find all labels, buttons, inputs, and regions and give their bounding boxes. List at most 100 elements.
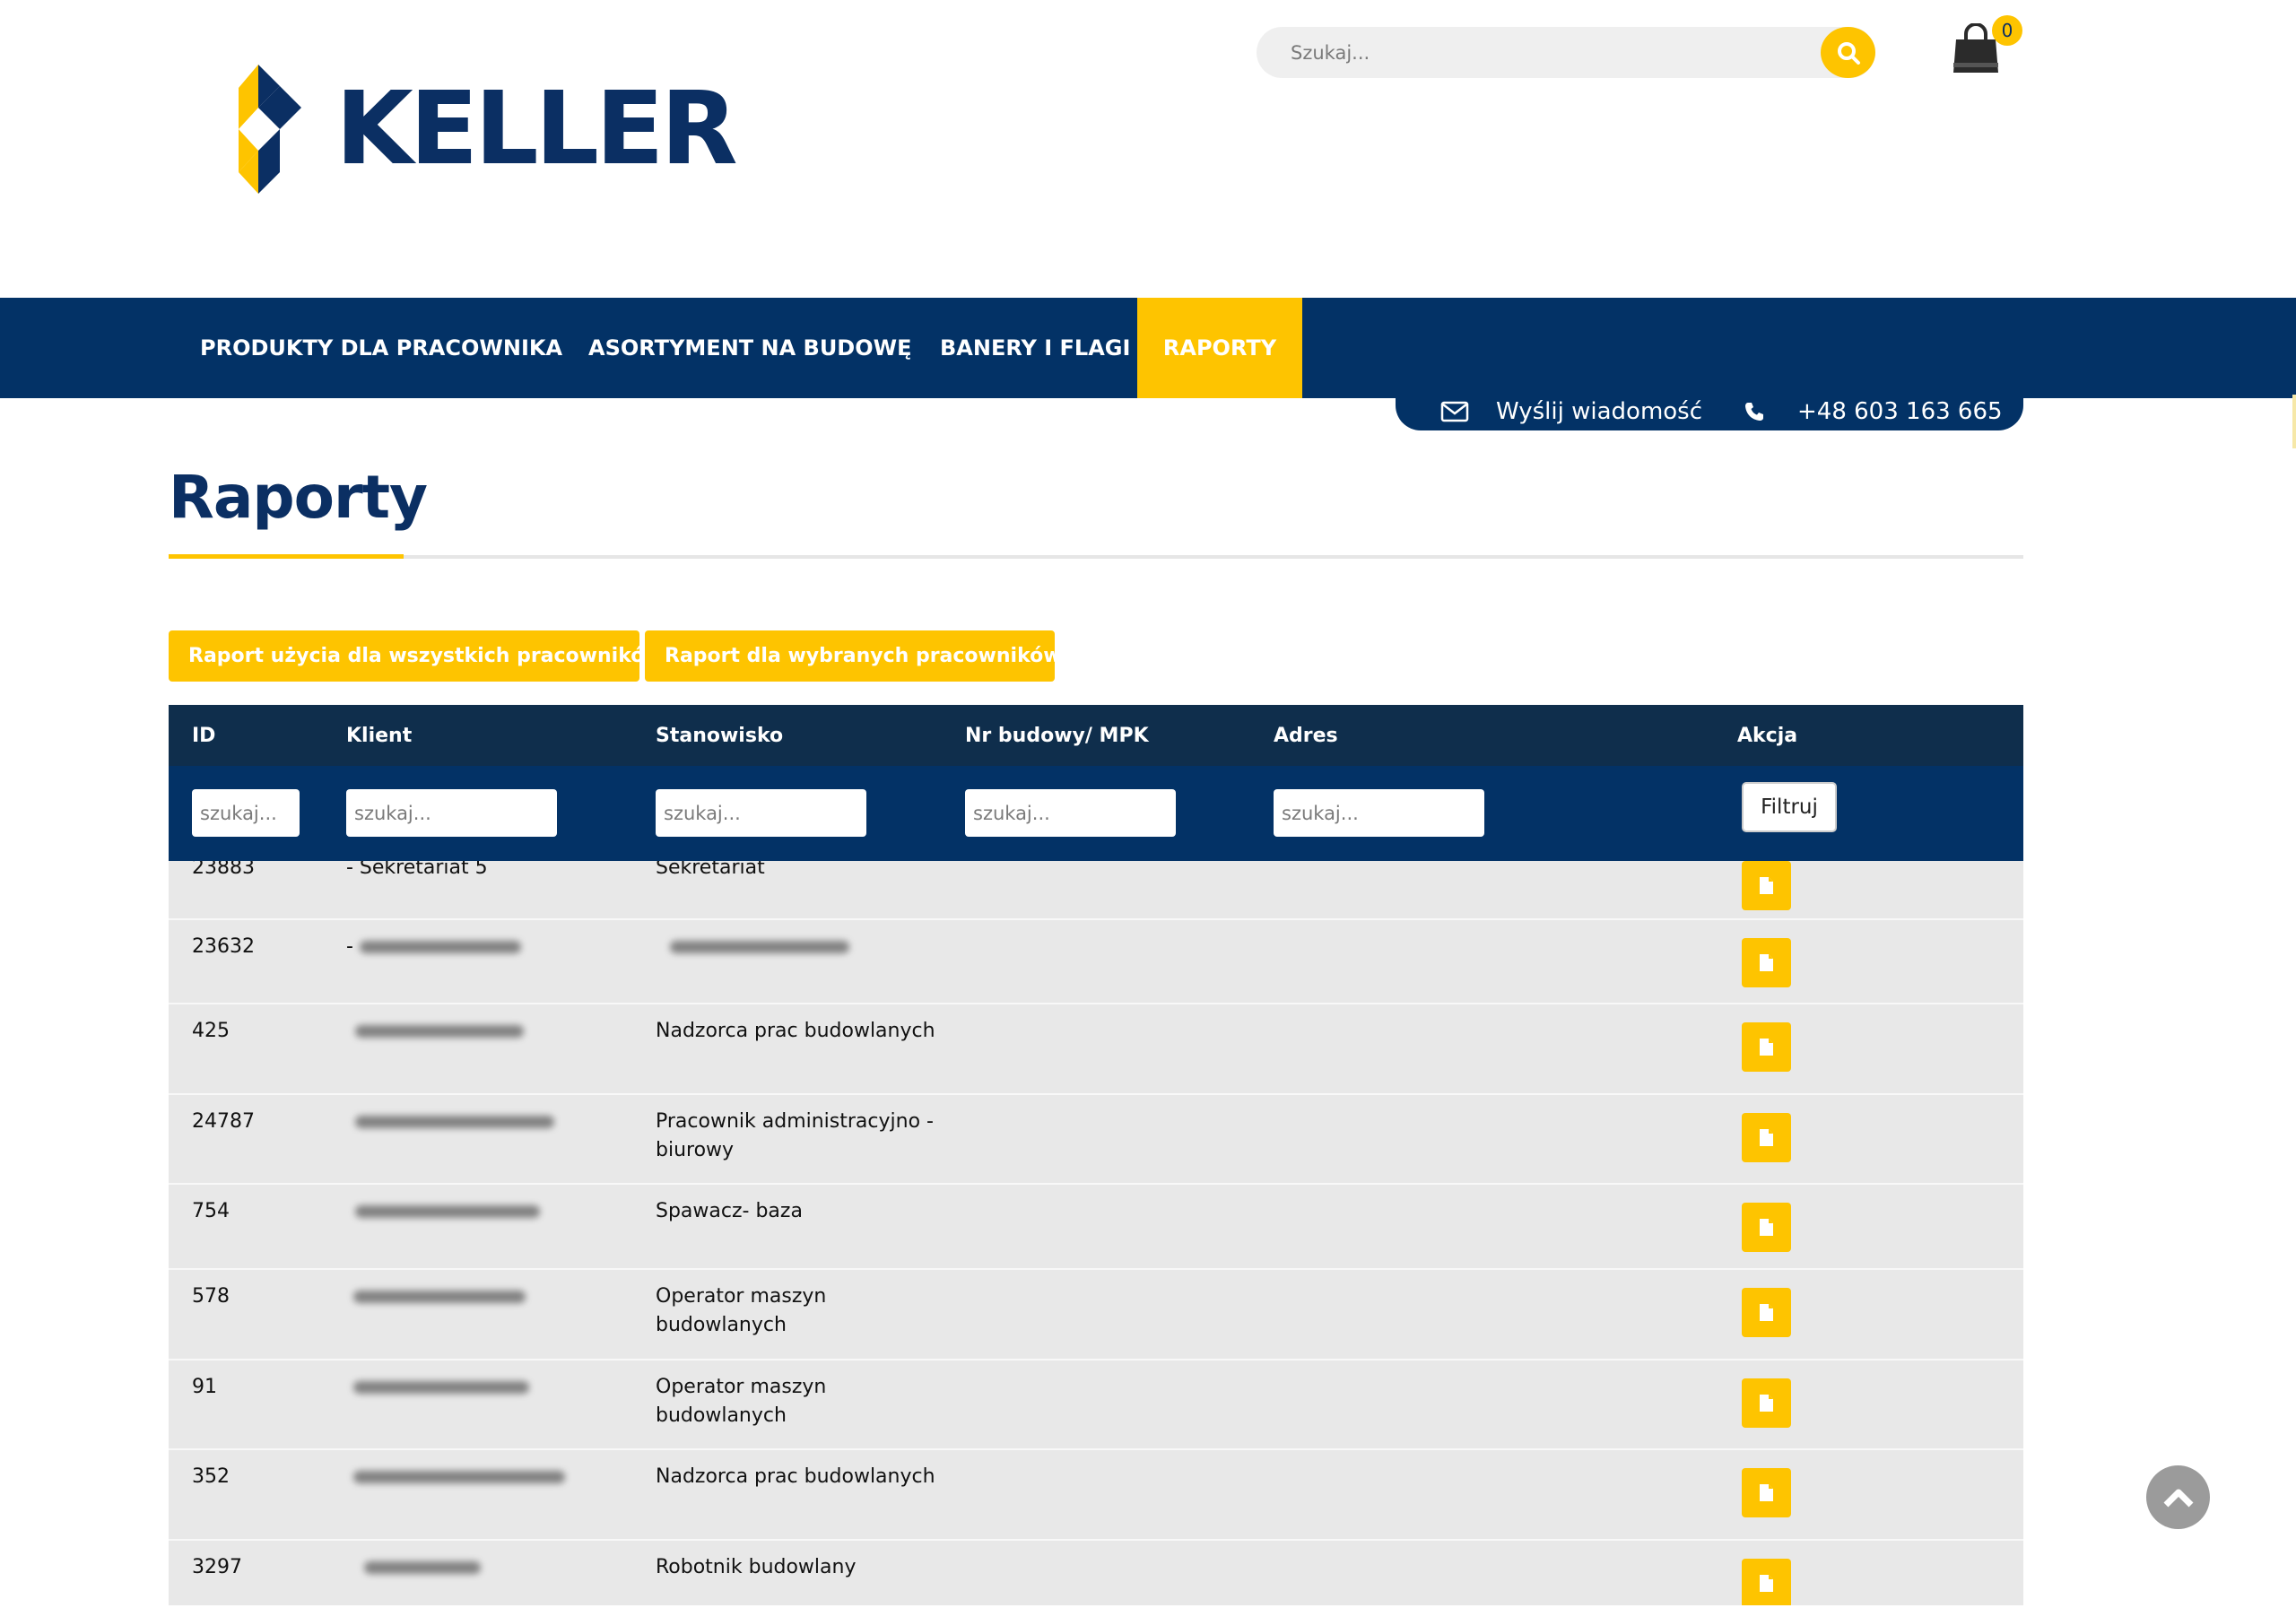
table-row: 352 Nadzorca prac budowlanych bbox=[169, 1450, 2023, 1541]
cell-stanowisko bbox=[656, 933, 943, 961]
table-row: 23883 - Sekretariat 5 Sekretariat bbox=[169, 861, 2023, 920]
cell-klient bbox=[346, 1197, 540, 1226]
report-selected-employees-label: Raport dla wybranych pracowników bbox=[665, 645, 1062, 667]
phone-number: +48 603 163 665 bbox=[1797, 398, 2003, 425]
table-row: 91 Operator maszyn budowlanych bbox=[169, 1360, 2023, 1450]
report-download-button[interactable] bbox=[1742, 1113, 1791, 1162]
keller-logo[interactable]: KELLER bbox=[231, 63, 738, 196]
cell-id: 352 bbox=[192, 1465, 230, 1488]
filter-adres-input[interactable] bbox=[1274, 789, 1484, 837]
redacted-text bbox=[359, 941, 521, 953]
cell-klient bbox=[346, 1108, 554, 1136]
cell-stanowisko: Operator maszyn budowlanych bbox=[656, 1376, 827, 1427]
table-row: 24787 Pracownik administracyjno - biurow… bbox=[169, 1095, 2023, 1185]
cell-id: 91 bbox=[192, 1376, 217, 1398]
cell-stanowisko: Operator maszyn budowlanych bbox=[656, 1285, 827, 1336]
file-icon bbox=[1760, 1575, 1773, 1592]
search-input[interactable] bbox=[1257, 27, 1813, 78]
file-icon bbox=[1760, 1219, 1773, 1236]
cell-id: 24787 bbox=[192, 1110, 255, 1133]
table-filter-row: Filtruj bbox=[169, 766, 2023, 861]
col-header-klient[interactable]: Klient bbox=[346, 705, 412, 766]
col-header-akcja: Akcja bbox=[1737, 724, 1798, 747]
cell-id: 754 bbox=[192, 1200, 230, 1222]
report-download-button[interactable] bbox=[1742, 861, 1791, 910]
scroll-to-top-button[interactable] bbox=[2146, 1465, 2210, 1529]
cell-klient: - bbox=[346, 933, 521, 961]
file-icon bbox=[1760, 877, 1773, 894]
edge-accent bbox=[2292, 395, 2296, 448]
filter-stanowisko-input[interactable] bbox=[656, 789, 866, 837]
report-download-button[interactable] bbox=[1742, 1203, 1791, 1252]
main-nav: PRODUKTY DLA PRACOWNIKA ASORTYMENT NA BU… bbox=[0, 298, 2296, 398]
redacted-text bbox=[353, 1471, 565, 1483]
redacted-text bbox=[670, 941, 849, 953]
phone-icon bbox=[1745, 403, 1763, 421]
cell-stanowisko: Sekretariat bbox=[656, 861, 765, 879]
file-icon bbox=[1760, 1129, 1773, 1146]
search-button[interactable] bbox=[1821, 27, 1875, 78]
title-underline bbox=[169, 554, 404, 559]
col-header-adres[interactable]: Adres bbox=[1274, 705, 1338, 766]
filter-id-input[interactable] bbox=[192, 789, 300, 837]
cell-klient-text: - bbox=[346, 935, 360, 958]
cell-id: 3297 bbox=[192, 1556, 242, 1578]
table-row: 578 Operator maszyn budowlanych bbox=[169, 1270, 2023, 1360]
cell-stanowisko: Nadzorca prac budowlanych bbox=[656, 1020, 935, 1042]
file-icon bbox=[1760, 954, 1773, 971]
filter-button[interactable]: Filtruj bbox=[1742, 782, 1837, 832]
col-header-stanowisko[interactable]: Stanowisko bbox=[656, 705, 783, 766]
cell-id: 23632 bbox=[192, 935, 255, 958]
page-title: Raporty bbox=[169, 463, 428, 532]
chevron-up-icon bbox=[2163, 1489, 2193, 1507]
table-row: 425 Nadzorca prac budowlanych bbox=[169, 1004, 2023, 1095]
file-icon bbox=[1760, 1484, 1773, 1501]
cell-klient bbox=[346, 1553, 481, 1582]
report-download-button[interactable] bbox=[1742, 1559, 1791, 1605]
report-download-button[interactable] bbox=[1742, 1468, 1791, 1517]
nav-item-produkty[interactable]: PRODUKTY DLA PRACOWNIKA bbox=[200, 298, 562, 398]
filter-nr-budowy-input[interactable] bbox=[965, 789, 1176, 837]
cell-klient: - Sekretariat 5 bbox=[346, 861, 488, 879]
col-header-id[interactable]: ID bbox=[192, 705, 215, 766]
nav-item-raporty[interactable]: RAPORTY bbox=[1137, 298, 1302, 398]
report-all-employees-label: Raport użycia dla wszystkich pracowników bbox=[188, 645, 663, 667]
phone-link[interactable]: +48 603 163 665 bbox=[1744, 398, 2003, 425]
col-header-nr-budowy[interactable]: Nr budowy/ MPK bbox=[965, 705, 1149, 766]
cell-id: 578 bbox=[192, 1285, 230, 1308]
send-message-link[interactable]: Wyślij wiadomość bbox=[1440, 398, 1702, 425]
redacted-text bbox=[355, 1025, 524, 1038]
report-download-button[interactable] bbox=[1742, 1378, 1791, 1428]
redacted-text bbox=[355, 1205, 540, 1218]
filter-klient-input[interactable] bbox=[346, 789, 557, 837]
contact-bar: Wyślij wiadomość +48 603 163 665 bbox=[1396, 398, 2023, 430]
report-download-button[interactable] bbox=[1742, 938, 1791, 987]
cell-stanowisko: Spawacz- baza bbox=[656, 1200, 803, 1222]
table-row: 3297 Robotnik budowlany bbox=[169, 1541, 2023, 1605]
table-row: 23632 - bbox=[169, 920, 2023, 1004]
cell-id: 425 bbox=[192, 1020, 230, 1042]
nav-item-asortyment[interactable]: ASORTYMENT NA BUDOWĘ bbox=[588, 298, 912, 398]
envelope-icon bbox=[1440, 401, 1469, 422]
report-all-employees-button[interactable]: Raport użycia dla wszystkich pracowników bbox=[169, 630, 663, 682]
cell-klient bbox=[346, 1017, 524, 1046]
report-download-button[interactable] bbox=[1742, 1022, 1791, 1072]
report-selected-employees-button[interactable]: Raport dla wybranych pracowników bbox=[645, 630, 1062, 682]
cell-id: 23883 bbox=[192, 861, 255, 879]
cell-klient bbox=[346, 1282, 526, 1311]
site-search bbox=[1257, 27, 1875, 78]
send-message-label: Wyślij wiadomość bbox=[1496, 398, 1703, 425]
file-icon bbox=[1760, 1395, 1773, 1412]
table-body: 23883 - Sekretariat 5 Sekretariat 23632 … bbox=[169, 861, 2023, 1605]
keller-logo-mark-icon bbox=[239, 65, 301, 194]
nav-item-banery[interactable]: BANERY I FLAGI bbox=[940, 298, 1130, 398]
redacted-text bbox=[353, 1381, 529, 1394]
cell-klient bbox=[346, 1463, 565, 1491]
table-row: 754 Spawacz- baza bbox=[169, 1185, 2023, 1270]
cart-count-badge: 0 bbox=[1992, 15, 2022, 46]
report-download-button[interactable] bbox=[1742, 1288, 1791, 1337]
cell-stanowisko: Robotnik budowlany bbox=[656, 1556, 857, 1578]
cell-klient bbox=[346, 1373, 529, 1402]
redacted-text bbox=[364, 1561, 481, 1574]
brand-name: KELLER bbox=[335, 71, 738, 187]
